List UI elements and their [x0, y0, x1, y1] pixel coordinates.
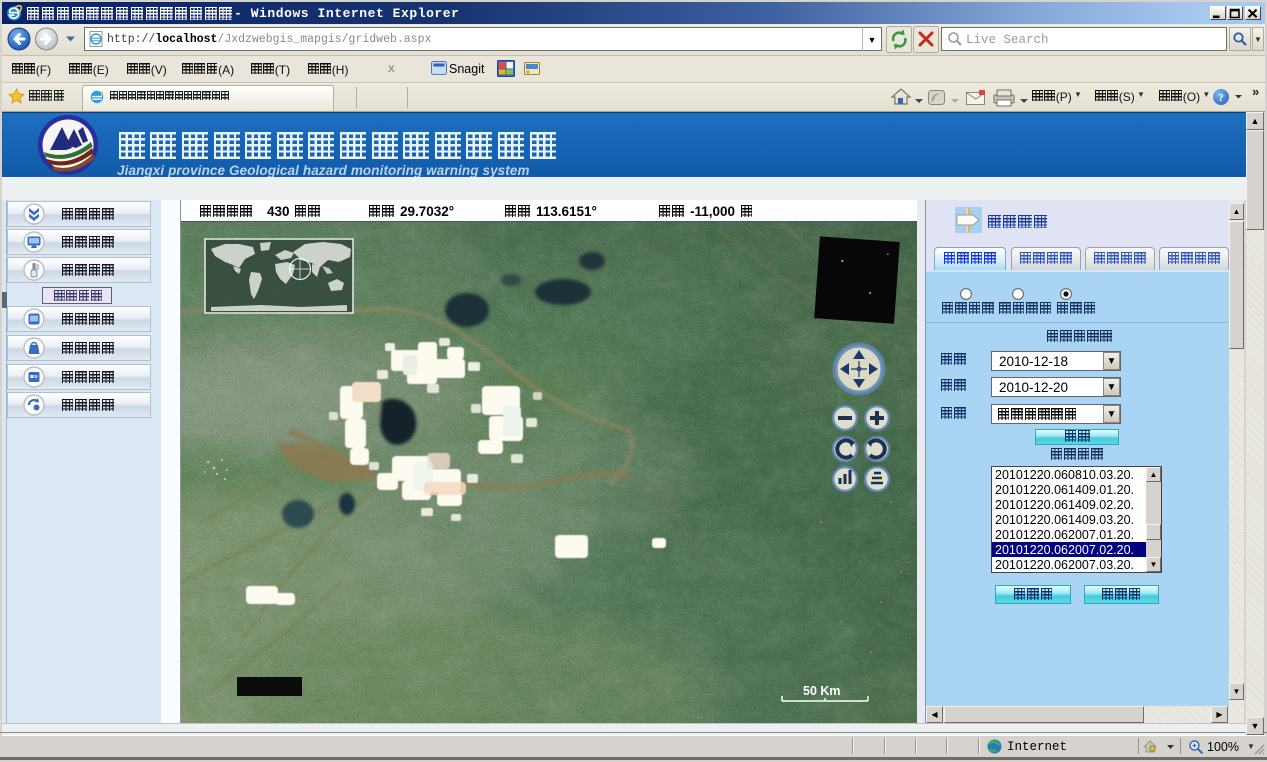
- svg-text:?: ?: [1218, 92, 1224, 104]
- svg-text:50 Km: 50 Km: [803, 684, 841, 698]
